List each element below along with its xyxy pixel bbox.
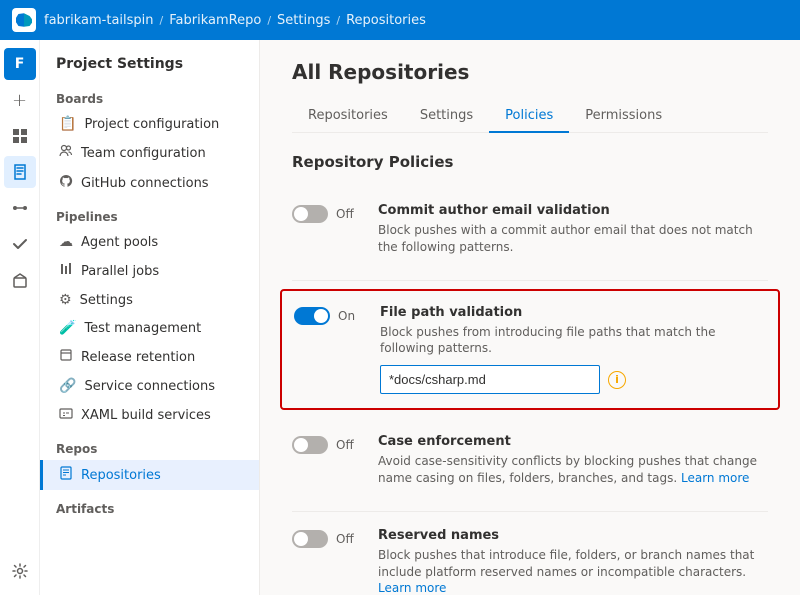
top-nav: fabrikam-tailspin / FabrikamRepo / Setti…	[0, 0, 800, 40]
policy-desc-case-enforcement: Avoid case-sensitivity conflicts by bloc…	[378, 453, 768, 487]
toggle-area-file-path: On	[294, 305, 364, 325]
agent-pools-icon: ☁	[59, 234, 73, 250]
toggle-label-case-enforcement: Off	[336, 438, 354, 452]
sidebar-item-service-connections[interactable]: 🔗 Service connections	[40, 372, 259, 400]
toggle-reserved-names[interactable]	[292, 530, 328, 548]
sidebar-item-repositories[interactable]: Repositories	[40, 460, 259, 490]
breadcrumb: fabrikam-tailspin / FabrikamRepo / Setti…	[44, 13, 426, 28]
pipeline-settings-icon: ⚙	[59, 292, 72, 308]
sidebar-title: Project Settings	[40, 52, 259, 80]
project-config-icon: 📋	[59, 116, 76, 132]
service-connections-icon: 🔗	[59, 378, 76, 394]
repos-nav-icon[interactable]	[4, 156, 36, 188]
toggle-area-case-enforcement: Off	[292, 434, 362, 454]
tabs: Repositories Settings Policies Permissio…	[292, 100, 768, 133]
user-avatar[interactable]: F	[4, 48, 36, 80]
info-icon-file-path: i	[608, 371, 626, 389]
sidebar-item-settings[interactable]: ⚙ Settings	[40, 286, 259, 314]
settings-nav-icon[interactable]	[4, 555, 36, 587]
policy-name-file-path: File path validation	[380, 305, 766, 320]
toggle-label-file-path: On	[338, 309, 355, 323]
tab-repositories[interactable]: Repositories	[292, 100, 404, 133]
breadcrumb-repo[interactable]: FabrikamRepo	[169, 13, 261, 28]
sidebar: Project Settings Boards 📋 Project config…	[40, 40, 260, 595]
sidebar-item-parallel-jobs[interactable]: Parallel jobs	[40, 256, 259, 286]
toggle-case-enforcement[interactable]	[292, 436, 328, 454]
azure-devops-logo[interactable]	[12, 8, 36, 32]
artifacts-nav-icon[interactable]	[4, 264, 36, 296]
breadcrumb-repositories[interactable]: Repositories	[346, 13, 426, 28]
policy-row-file-path: On File path validation Block pushes fro…	[280, 289, 780, 411]
policy-desc-commit-author: Block pushes with a commit author email …	[378, 222, 768, 256]
toggle-label-commit-author: Off	[336, 207, 354, 221]
section-title: Repository Policies	[292, 153, 768, 171]
sidebar-item-github[interactable]: GitHub connections	[40, 168, 259, 198]
policy-name-reserved-names: Reserved names	[378, 528, 768, 543]
policy-row-case-enforcement: Off Case enforcement Avoid case-sensitiv…	[292, 418, 768, 512]
release-retention-icon	[59, 348, 73, 366]
test-management-icon: 🧪	[59, 320, 76, 336]
section-pipelines: Pipelines	[40, 198, 259, 228]
policy-desc-reserved-names: Block pushes that introduce file, folder…	[378, 547, 768, 595]
policy-row-reserved-names: Off Reserved names Block pushes that int…	[292, 512, 768, 595]
testplans-nav-icon[interactable]	[4, 228, 36, 260]
repositories-icon	[59, 466, 73, 484]
sidebar-item-project-config[interactable]: 📋 Project configuration	[40, 110, 259, 138]
section-artifacts: Artifacts	[40, 490, 259, 520]
add-button[interactable]: +	[4, 84, 36, 116]
github-icon	[59, 174, 73, 192]
sidebar-item-test-management[interactable]: 🧪 Test management	[40, 314, 259, 342]
tab-settings[interactable]: Settings	[404, 100, 489, 133]
boards-nav-icon[interactable]	[4, 120, 36, 152]
policy-desc-file-path: Block pushes from introducing file paths…	[380, 324, 766, 358]
toggle-commit-author[interactable]	[292, 205, 328, 223]
page-title: All Repositories	[292, 60, 768, 84]
toggle-file-path[interactable]	[294, 307, 330, 325]
policy-row-commit-author: Off Commit author email validation Block…	[292, 187, 768, 281]
sidebar-item-xaml-build[interactable]: XAML build services	[40, 400, 259, 430]
pipelines-nav-icon[interactable]	[4, 192, 36, 224]
reserved-names-learn-more[interactable]: Learn more	[378, 581, 446, 595]
toggle-area-reserved-names: Off	[292, 528, 362, 548]
sidebar-item-release-retention[interactable]: Release retention	[40, 342, 259, 372]
parallel-jobs-icon	[59, 262, 73, 280]
breadcrumb-org[interactable]: fabrikam-tailspin	[44, 13, 154, 28]
tab-permissions[interactable]: Permissions	[569, 100, 678, 133]
sidebar-item-agent-pools[interactable]: ☁ Agent pools	[40, 228, 259, 256]
toggle-label-reserved-names: Off	[336, 532, 354, 546]
xaml-build-icon	[59, 406, 73, 424]
policy-input-row-file-path: i	[380, 365, 766, 394]
breadcrumb-settings[interactable]: Settings	[277, 13, 330, 28]
team-config-icon	[59, 144, 73, 162]
tab-policies[interactable]: Policies	[489, 100, 569, 133]
section-boards: Boards	[40, 80, 259, 110]
file-path-input[interactable]	[380, 365, 600, 394]
toggle-area-commit-author: Off	[292, 203, 362, 223]
case-enforcement-learn-more[interactable]: Learn more	[681, 471, 749, 485]
sidebar-item-team-config[interactable]: Team configuration	[40, 138, 259, 168]
main-content: All Repositories Repositories Settings P…	[260, 40, 800, 595]
icon-bar: F +	[0, 40, 40, 595]
section-repos: Repos	[40, 430, 259, 460]
policy-name-case-enforcement: Case enforcement	[378, 434, 768, 449]
policy-name-commit-author: Commit author email validation	[378, 203, 768, 218]
